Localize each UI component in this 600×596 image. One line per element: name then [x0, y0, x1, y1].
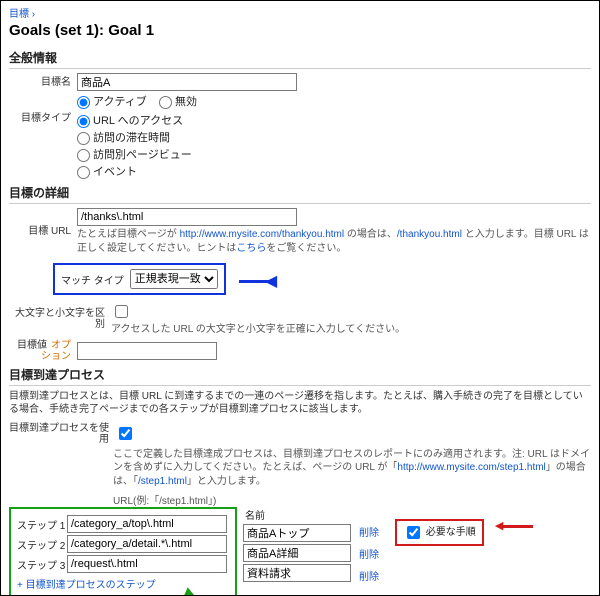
goal-url-label: 目標 URL [9, 226, 77, 237]
case-label: 大文字と小文字を区別 [9, 308, 111, 330]
goal-value-label: 目標値 [17, 340, 47, 351]
step3-label: ステップ 3 [17, 557, 67, 572]
add-step-link[interactable]: + 目標到達プロセスのステップ [17, 580, 156, 591]
url-example-label: URL(例:「/step1.html」) [113, 492, 591, 507]
type-event-label: イベント [93, 166, 137, 178]
goal-url-hint: たとえば目標ページが http://www.mysite.com/thankyo… [77, 228, 591, 255]
goal-name-label: 目標名 [9, 77, 77, 88]
match-type-box: マッチ タイプ 正規表現一致 [53, 263, 226, 295]
goal-name-input[interactable] [77, 73, 297, 91]
case-hint: アクセスした URL の大文字と小文字を正確に入力してください。 [111, 323, 591, 337]
match-type-label: マッチ タイプ [61, 272, 124, 287]
type-url-radio[interactable] [77, 115, 90, 128]
step2-name-input[interactable] [243, 544, 351, 562]
active-label: アクティブ [93, 96, 147, 108]
step3-delete-link[interactable]: 削除 [359, 568, 379, 583]
step1-label: ステップ 1 [17, 517, 67, 532]
arrow-red-icon: ◀ [495, 519, 533, 532]
section-funnel: 目標到達プロセス [9, 366, 591, 386]
step1-delete-link[interactable]: 削除 [359, 524, 379, 539]
goal-url-input[interactable] [77, 208, 297, 226]
breadcrumb-sep: › [32, 9, 35, 20]
step2-label: ステップ 2 [17, 537, 67, 552]
section-general: 全般情報 [9, 49, 591, 69]
steps-box: ステップ 1 ステップ 2 ステップ 3 + 目標到達プロセスのステップ [9, 507, 237, 596]
goal-value-input[interactable] [77, 342, 217, 360]
disabled-radio[interactable] [159, 96, 172, 109]
section-details: 目標の詳細 [9, 184, 591, 204]
hint-link[interactable]: こちら [236, 243, 266, 254]
funnel-desc: 目標到達プロセスとは、目標 URL に到達するまでの一連のページ遷移を指します。… [9, 390, 591, 417]
case-checkbox[interactable] [115, 305, 128, 318]
name-header: 名前 [245, 507, 351, 522]
step3-name-input[interactable] [243, 564, 351, 582]
page-title: Goals (set 1): Goal 1 [9, 22, 591, 39]
use-funnel-label: 目標到達プロセスを使用 [9, 423, 115, 445]
match-type-select[interactable]: 正規表現一致 [130, 269, 218, 289]
step2-url-input[interactable] [67, 535, 227, 553]
required-step-label: 必要な手順 [426, 527, 476, 538]
breadcrumb-goals[interactable]: 目標 [9, 9, 29, 20]
arrow-blue-icon: ◀ [239, 271, 277, 290]
step3-url-input[interactable] [67, 555, 227, 573]
goal-type-label: 目標タイプ [9, 111, 77, 124]
type-duration-radio[interactable] [77, 132, 90, 145]
required-step-checkbox[interactable] [407, 526, 420, 539]
type-pages-radio[interactable] [77, 149, 90, 162]
type-event-radio[interactable] [77, 166, 90, 179]
active-radio[interactable] [77, 96, 90, 109]
use-funnel-checkbox[interactable] [119, 427, 132, 440]
use-funnel-hint: ここで定義した目標達成プロセスは、目標到達プロセスのレポートにのみ適用されます。… [113, 448, 591, 489]
step1-name-input[interactable] [243, 524, 351, 542]
required-step-box: 必要な手順 [395, 519, 484, 546]
disabled-label: 無効 [175, 96, 197, 108]
type-duration-label: 訪問の滞在時間 [93, 132, 170, 144]
type-url-label: URL へのアクセス [93, 115, 183, 127]
type-pages-label: 訪問別ページビュー [93, 149, 192, 161]
step1-url-input[interactable] [67, 515, 227, 533]
step2-delete-link[interactable]: 削除 [359, 546, 379, 561]
